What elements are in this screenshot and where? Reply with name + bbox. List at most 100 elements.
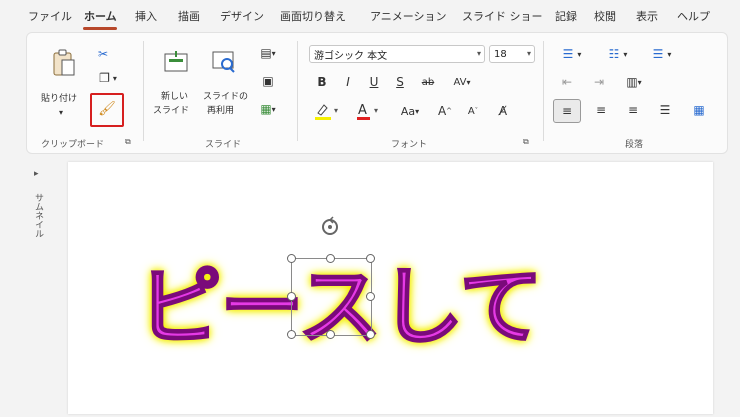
new-slide-button[interactable] [161, 47, 191, 77]
paste-button[interactable] [49, 47, 79, 77]
new-slide-label-1: 新しい [161, 92, 189, 102]
reuse-slides-icon [212, 51, 235, 73]
clipboard-group-label: クリップボード [41, 140, 105, 150]
line-spacing-icon: ☰ [652, 47, 664, 61]
tab-review[interactable]: 校閲 [594, 8, 616, 24]
resize-handle[interactable] [326, 254, 335, 263]
paste-dropdown-icon[interactable]: ▾ [59, 107, 63, 119]
clipboard-icon [53, 49, 75, 76]
distributed-icon: ▦ [693, 103, 705, 117]
paragraph-group-label: 段落 [625, 140, 644, 150]
new-slide-icon [164, 51, 188, 72]
numbering-button[interactable]: ☷ ▾ [601, 45, 635, 63]
rotate-handle-icon[interactable] [319, 216, 341, 238]
tab-draw[interactable]: 描画 [178, 8, 200, 24]
clear-formatting-button[interactable]: A̸ [493, 101, 513, 121]
change-case-button[interactable]: Aa ▾ [393, 101, 427, 121]
columns-button[interactable]: ▥ ▾ [619, 73, 649, 91]
copy-button[interactable]: ❐ ▾ [93, 69, 123, 87]
tab-help[interactable]: ヘルプ [677, 8, 710, 24]
clipboard-launcher-icon[interactable]: ⧉ [125, 137, 131, 147]
thumbnail-panel: ▸ サムネイル [26, 163, 50, 413]
chevron-down-icon: ▾ [466, 77, 471, 87]
chevron-down-icon: ▾ [623, 49, 628, 59]
thumbnail-label[interactable]: サムネイル [32, 193, 45, 238]
strikethrough-button[interactable]: ab [417, 73, 439, 91]
resize-handle[interactable] [366, 254, 375, 263]
bullets-button[interactable]: ☰ ▾ [555, 45, 589, 63]
resize-handle[interactable] [326, 330, 335, 339]
align-left-icon: ≡ [561, 104, 573, 118]
font-size-select[interactable]: 18 ▾ [489, 45, 535, 63]
align-center-button[interactable]: ≡ [589, 99, 613, 121]
shadow-button[interactable]: S [391, 73, 409, 91]
chevron-down-icon: ▾ [271, 104, 276, 114]
bold-button[interactable]: B [313, 73, 331, 91]
font-size-value: 18 [494, 48, 507, 60]
align-right-icon: ≡ [627, 103, 639, 117]
group-divider [543, 41, 544, 141]
section-button[interactable]: ▦ ▾ [255, 101, 281, 117]
align-left-button[interactable]: ≡ [553, 99, 581, 123]
tab-file[interactable]: ファイル [28, 8, 72, 24]
chevron-down-icon: ▾ [112, 73, 117, 83]
copy-icon: ❐ [99, 71, 110, 85]
underline-button[interactable]: U [365, 73, 383, 91]
chevron-down-icon: ▾ [415, 106, 420, 116]
tab-design[interactable]: デザイン [220, 8, 264, 24]
layout-button[interactable]: ▤ ▾ [255, 45, 281, 61]
svg-text:▾: ▾ [334, 106, 338, 115]
line-spacing-button[interactable]: ☰ ▾ [645, 45, 679, 63]
resize-handle[interactable] [366, 292, 375, 301]
resize-handle[interactable] [287, 292, 296, 301]
resize-handle[interactable] [287, 330, 296, 339]
chevron-down-icon: ▾ [526, 49, 531, 58]
font-group-label: フォント [391, 140, 428, 150]
italic-button[interactable]: I [339, 73, 357, 91]
character-spacing-button[interactable]: AV ▾ [447, 73, 477, 91]
tab-record[interactable]: 記録 [555, 8, 577, 24]
font-color-icon: A ▾ [357, 103, 378, 120]
tab-animations[interactable]: アニメーション [370, 8, 447, 24]
format-painter-highlight [90, 93, 124, 127]
reset-button[interactable]: ▣ [255, 73, 281, 89]
cut-button[interactable]: ✂ [93, 45, 113, 63]
highlight-color-button[interactable]: ▾ [311, 101, 341, 121]
layout-icon: ▤ [260, 46, 272, 60]
decrease-indent-button[interactable]: ⇤ [557, 73, 577, 91]
ribbon-tabs: ファイル ホーム 挿入 描画 デザイン 画面切り替え アニメーション スライド … [0, 0, 740, 30]
reuse-slides-button[interactable] [209, 47, 239, 77]
justify-button[interactable]: ☰ [653, 99, 677, 121]
clear-formatting-icon: A̸ [498, 104, 508, 118]
increase-font-size-button[interactable]: A ^ [435, 101, 455, 121]
columns-icon: ▥ [626, 75, 638, 89]
distributed-button[interactable]: ▦ [687, 99, 711, 121]
tab-slideshow[interactable]: スライド ショー [462, 8, 543, 24]
increase-indent-button[interactable]: ⇥ [589, 73, 609, 91]
font-launcher-icon[interactable]: ⧉ [523, 137, 529, 147]
tab-home[interactable]: ホーム [84, 8, 117, 24]
reset-icon: ▣ [262, 74, 274, 88]
chevron-down-icon: ▾ [637, 77, 642, 87]
svg-text:A: A [358, 103, 367, 118]
tab-transitions[interactable]: 画面切り替え [280, 8, 346, 24]
text-selection-box[interactable] [291, 258, 372, 336]
new-slide-label-2: スライド [153, 106, 190, 116]
chevron-down-icon: ▾ [667, 49, 672, 59]
chevron-right-icon[interactable]: ▸ [34, 169, 39, 179]
align-right-button[interactable]: ≡ [621, 99, 645, 121]
chevron-down-icon: ▾ [271, 48, 276, 58]
decrease-font-size-button[interactable]: Aˇ [463, 101, 483, 121]
increase-indent-icon: ⇥ [593, 75, 605, 89]
scissors-icon: ✂ [97, 47, 109, 61]
resize-handle[interactable] [366, 330, 375, 339]
reuse-slides-label-2: 再利用 [207, 106, 235, 116]
tab-view[interactable]: 表示 [636, 8, 658, 24]
font-family-select[interactable]: 游ゴシック 本文 ▾ [309, 45, 485, 63]
group-divider [297, 41, 298, 141]
slide-canvas[interactable]: ピースして [68, 162, 713, 414]
font-color-button[interactable]: A ▾ [353, 101, 383, 121]
bullets-icon: ☰ [562, 47, 574, 61]
resize-handle[interactable] [287, 254, 296, 263]
tab-insert[interactable]: 挿入 [135, 8, 157, 24]
